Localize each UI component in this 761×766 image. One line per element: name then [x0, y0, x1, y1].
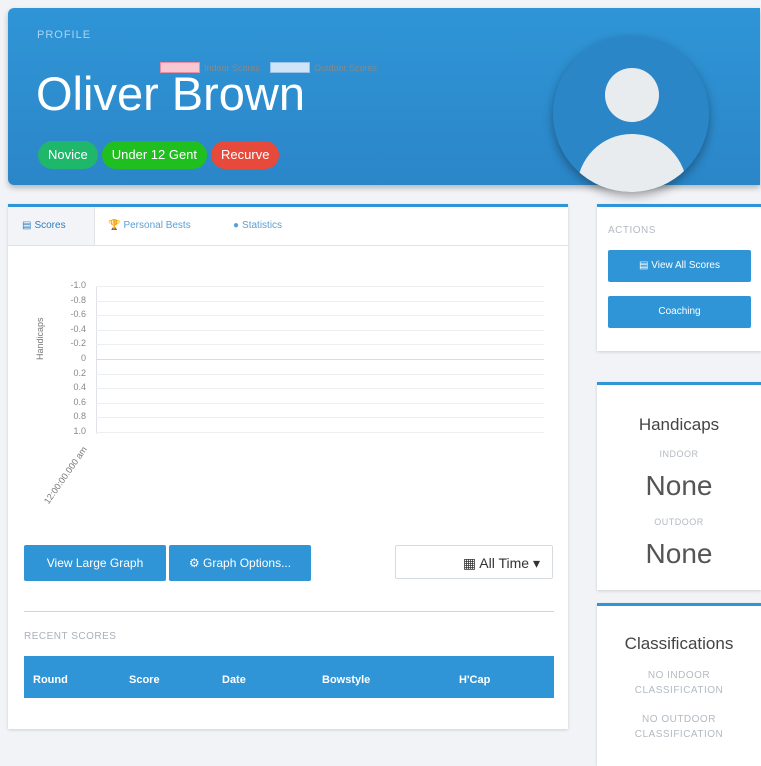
gridline: [96, 432, 544, 433]
legend-label-indoor[interactable]: Indoor Scores: [204, 63, 260, 73]
avatar[interactable]: [553, 36, 709, 192]
column-header-date[interactable]: Date: [222, 656, 246, 704]
calendar-icon: ▦: [462, 555, 477, 571]
avatar-head: [605, 68, 659, 122]
tab-scores[interactable]: ▤ Scores: [8, 207, 95, 245]
view-all-scores-button[interactable]: ▤ View All Scores: [608, 250, 751, 282]
tab-statistics-label: Statistics: [242, 220, 283, 231]
chart-icon: ▤: [22, 220, 32, 231]
outdoor-handicap-value: None: [645, 538, 713, 569]
actions-label: ACTIONS: [608, 225, 656, 236]
outdoor-classification-text: NO OUTDOOR CLASSIFICATION: [634, 714, 724, 740]
recent-scores-table-header: Round Score Date Bowstyle H'Cap: [24, 656, 554, 698]
indoor-handicap-label: INDOOR: [659, 449, 699, 459]
y-tick-label: 0.2: [73, 367, 86, 378]
classifications-title: Classifications: [624, 634, 734, 653]
indoor-classification-text: NO INDOOR CLASSIFICATION: [634, 670, 724, 696]
y-tick-label: -0.8: [70, 294, 86, 305]
actions-panel: ACTIONS ▤ View All Scores Coaching: [597, 204, 761, 351]
gridline: [96, 329, 544, 331]
handicaps-panel: Handicaps INDOOR None OUTDOOR None: [597, 382, 761, 590]
gridline: [96, 344, 544, 346]
y-tick-label: 1.0: [73, 426, 86, 436]
profile-label: PROFILE: [37, 29, 92, 41]
y-tick-label: -0.4: [70, 323, 86, 334]
view-large-graph-button[interactable]: View Large Graph: [24, 545, 166, 581]
tab-scores-label: Scores: [34, 220, 66, 231]
divider: [24, 611, 554, 612]
y-tick-label: -0.6: [70, 309, 86, 320]
gridline: [96, 402, 544, 404]
gridline: [96, 315, 544, 317]
gridline: [96, 286, 544, 287]
caret-down-icon: ▾: [532, 555, 540, 571]
tab-personal-bests-label: Personal Bests: [123, 220, 191, 231]
pin-icon: ●: [233, 220, 240, 231]
y-tick-label: 0.6: [73, 396, 86, 407]
outdoor-handicap-label: OUTDOOR: [654, 517, 704, 527]
legend-swatch-outdoor[interactable]: [270, 62, 311, 73]
time-range-value: All Time: [479, 555, 530, 571]
column-header-score[interactable]: Score: [129, 656, 160, 704]
age-category-badge: Under 12 Gent: [101, 141, 208, 169]
legend-swatch-indoor[interactable]: [160, 62, 200, 73]
y-axis-title: Handicaps: [35, 317, 45, 360]
chart-legend: Indoor Scores Outdoor Scores: [160, 62, 377, 73]
classifications-panel: Classifications NO INDOOR CLASSIFICATION…: [597, 603, 761, 766]
coaching-button[interactable]: Coaching: [608, 296, 751, 328]
y-tick-label: -1.0: [70, 280, 86, 290]
indoor-handicap-value: None: [645, 470, 713, 501]
y-tick-label: 0: [80, 353, 86, 363]
y-tick-label: -0.2: [70, 338, 86, 349]
gridline: [96, 300, 544, 302]
bowstyle-badge: Recurve: [211, 141, 280, 169]
list-icon: ▤: [639, 260, 649, 271]
gear-icon: ⚙: [188, 556, 200, 570]
column-header-bowstyle[interactable]: Bowstyle: [322, 656, 370, 704]
tab-statistics[interactable]: ● Statistics: [233, 207, 282, 245]
gridline: [96, 373, 544, 375]
trophy-icon: 🏆: [108, 220, 121, 231]
legend-label-outdoor[interactable]: Outdoor Scores: [314, 63, 377, 73]
profile-name: Oliver Brown: [36, 67, 306, 120]
y-axis-line: [96, 286, 97, 434]
graph-options-label: Graph Options...: [203, 556, 292, 570]
column-header-handicap[interactable]: H'Cap: [459, 656, 490, 704]
tab-personal-bests[interactable]: 🏆 Personal Bests: [108, 207, 191, 245]
y-tick-label: 0.4: [73, 382, 86, 393]
gridline: [96, 359, 544, 360]
badge-list: Novice Under 12 Gent Recurve: [38, 141, 280, 169]
column-header-round[interactable]: Round: [33, 656, 68, 704]
avatar-body: [577, 134, 687, 192]
time-range-dropdown[interactable]: ▦ All Time ▾: [395, 545, 553, 579]
level-badge: Novice: [38, 141, 98, 169]
y-tick-label: 0.8: [73, 411, 86, 422]
tab-bar: ▤ Scores 🏆 Personal Bests ● Statistics: [8, 207, 568, 246]
gridline: [96, 417, 544, 419]
view-all-scores-label: View All Scores: [651, 260, 720, 271]
recent-scores-label: RECENT SCORES: [24, 631, 117, 642]
handicaps-title: Handicaps: [638, 415, 720, 434]
gridline: [96, 388, 544, 390]
graph-options-button[interactable]: ⚙ Graph Options...: [169, 545, 311, 581]
scores-panel: ▤ Scores 🏆 Personal Bests ● Statistics: [8, 204, 568, 729]
